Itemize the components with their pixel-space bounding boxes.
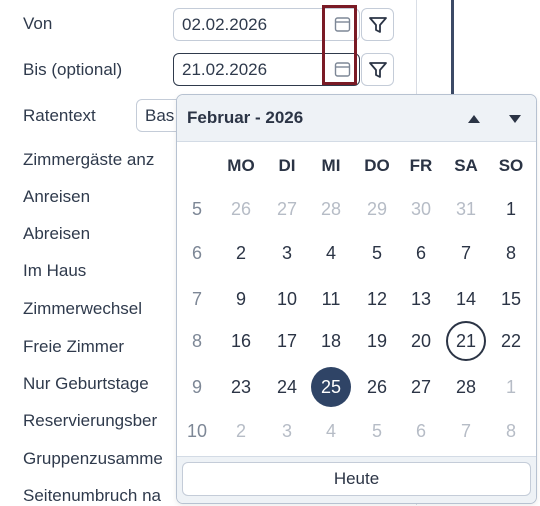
calendar-day[interactable]: 18 xyxy=(311,331,351,351)
calendar-day[interactable]: 25 xyxy=(311,367,351,407)
calendar-day-other-month[interactable]: 31 xyxy=(446,199,486,219)
calendar-day[interactable]: 16 xyxy=(221,331,261,351)
calendar-day[interactable]: 17 xyxy=(267,331,307,351)
calendar-day[interactable]: 12 xyxy=(357,289,397,309)
weekday-header: FR xyxy=(409,156,433,175)
option-label[interactable]: Seitenumbruch na xyxy=(23,486,161,506)
calendar-day[interactable]: 7 xyxy=(446,243,486,263)
calendar-day[interactable]: 28 xyxy=(446,377,486,397)
calendar-day[interactable]: 21 xyxy=(446,321,486,361)
option-label[interactable]: Reservierungsber xyxy=(23,411,157,431)
calendar-day-other-month[interactable]: 1 xyxy=(491,377,531,397)
calendar-day-other-month[interactable]: 6 xyxy=(401,421,441,441)
calendar-day[interactable]: 24 xyxy=(267,377,307,397)
calendar-day[interactable]: 26 xyxy=(357,377,397,397)
previous-month-button[interactable] xyxy=(464,109,484,129)
calendar-day[interactable]: 4 xyxy=(311,243,351,263)
calendar-day[interactable]: 11 xyxy=(311,289,351,309)
calendar-day-other-month[interactable]: 7 xyxy=(446,421,486,441)
month-title: Februar - 2026 xyxy=(187,108,304,127)
week-number: 8 xyxy=(191,331,202,351)
option-label[interactable]: Zimmergäste anz xyxy=(23,150,154,170)
date-picker-popup: Februar - 2026 MO DI MI DO FR SA SO 5 26 27 28 29 30… xyxy=(176,94,537,504)
calendar-day-other-month[interactable]: 28 xyxy=(311,199,351,219)
filter-icon xyxy=(368,61,387,78)
calendar-day[interactable]: 10 xyxy=(267,289,307,309)
bis-label: Bis (optional) xyxy=(23,60,123,79)
date-picker-footer: Heute xyxy=(177,456,536,503)
von-label: Von xyxy=(23,14,53,33)
ratentext-label: Ratentext xyxy=(23,106,96,125)
calendar-day[interactable]: 9 xyxy=(221,289,261,309)
calendar-day[interactable]: 2 xyxy=(221,243,261,263)
week-number: 5 xyxy=(191,199,202,219)
option-label[interactable]: Freie Zimmer xyxy=(23,337,124,357)
calendar-day[interactable]: 27 xyxy=(401,377,441,397)
calendar-day-other-month[interactable]: 27 xyxy=(267,199,307,219)
calendar-day[interactable]: 14 xyxy=(446,289,486,309)
calendar-day[interactable]: 15 xyxy=(491,289,531,309)
week-number: 10 xyxy=(186,421,208,441)
weekday-header: DI xyxy=(278,156,296,175)
scroll-indicator xyxy=(451,0,454,100)
weekday-header: SA xyxy=(454,156,478,175)
calendar-day[interactable]: 22 xyxy=(491,331,531,351)
triangle-down-icon xyxy=(509,115,521,123)
calendar-day-other-month[interactable]: 3 xyxy=(267,421,307,441)
next-month-button[interactable] xyxy=(505,109,525,129)
calendar-day-other-month[interactable]: 29 xyxy=(357,199,397,219)
calendar-day-other-month[interactable]: 30 xyxy=(401,199,441,219)
weekday-header: SO xyxy=(498,156,524,175)
von-date-value: 02.02.2026 xyxy=(182,15,268,34)
calendar-day[interactable]: 1 xyxy=(491,199,531,219)
calendar-day[interactable]: 6 xyxy=(401,243,441,263)
calendar-buttons-highlight xyxy=(322,5,357,85)
calendar-day-other-month[interactable]: 2 xyxy=(221,421,261,441)
week-number: 7 xyxy=(191,289,202,309)
today-button[interactable]: Heute xyxy=(182,462,531,496)
option-label[interactable]: Abreisen xyxy=(23,224,90,244)
calendar-day[interactable]: 8 xyxy=(491,243,531,263)
calendar-day-other-month[interactable]: 8 xyxy=(491,421,531,441)
date-picker-header: Februar - 2026 xyxy=(177,95,536,142)
option-label[interactable]: Nur Geburtstage xyxy=(23,374,149,394)
bis-date-value: 21.02.2026 xyxy=(182,60,268,79)
triangle-up-icon xyxy=(468,115,480,123)
calendar-day[interactable]: 13 xyxy=(401,289,441,309)
bis-filter-button[interactable] xyxy=(361,53,394,86)
week-number: 6 xyxy=(191,243,202,263)
calendar-day[interactable]: 3 xyxy=(267,243,307,263)
calendar-day-other-month[interactable]: 26 xyxy=(221,199,261,219)
filter-icon xyxy=(368,16,387,33)
calendar-day-other-month[interactable]: 4 xyxy=(311,421,351,441)
calendar-day[interactable]: 20 xyxy=(401,331,441,351)
calendar-day[interactable]: 19 xyxy=(357,331,397,351)
option-label[interactable]: Anreisen xyxy=(23,187,90,207)
weekday-header: MO xyxy=(227,156,255,175)
calendar-day[interactable]: 23 xyxy=(221,377,261,397)
calendar-day-other-month[interactable]: 5 xyxy=(357,421,397,441)
week-number: 9 xyxy=(191,377,202,397)
option-label[interactable]: Im Haus xyxy=(23,261,86,281)
weekday-header: DO xyxy=(364,156,390,175)
option-label[interactable]: Gruppenzusamme xyxy=(23,449,163,469)
weekday-header: MI xyxy=(321,156,341,175)
option-label[interactable]: Zimmerwechsel xyxy=(23,299,142,319)
ratentext-value: Bas xyxy=(145,106,175,125)
von-filter-button[interactable] xyxy=(361,8,394,41)
calendar-day[interactable]: 5 xyxy=(357,243,397,263)
